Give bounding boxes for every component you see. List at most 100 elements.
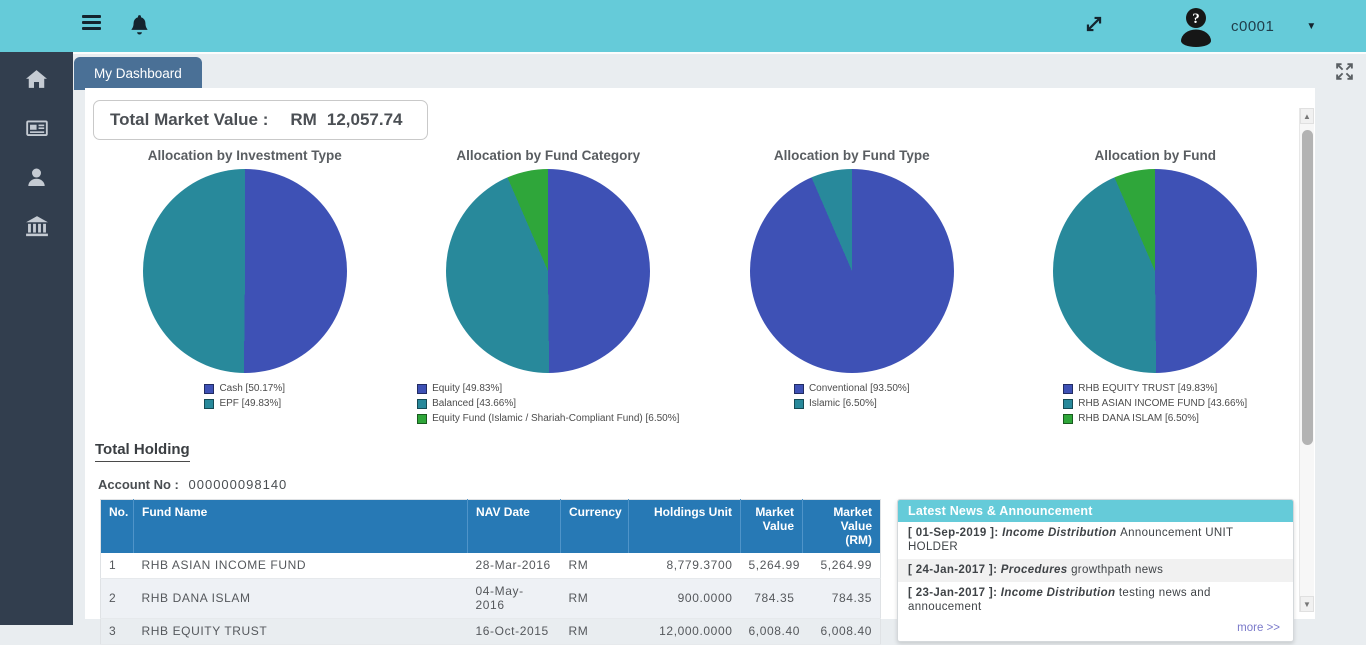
table-row[interactable]: 3RHB EQUITY TRUST16-Oct-2015RM12,000.000… bbox=[101, 618, 881, 644]
table-cell: 16-Oct-2015 bbox=[468, 618, 561, 644]
newspaper-icon bbox=[25, 118, 49, 138]
table-cell: 5,264.99 bbox=[803, 553, 881, 579]
dashboard-panel: Total Market Value : RM 12,057.74 Allocati… bbox=[85, 88, 1315, 619]
total-market-value-label: Total Market Value : bbox=[110, 110, 268, 129]
legend-swatch bbox=[417, 384, 427, 394]
news-item[interactable]: [ 24-Jan-2017 ]: Procedures growthpath n… bbox=[898, 559, 1293, 582]
legend-item[interactable]: RHB ASIAN INCOME FUND [43.66%] bbox=[1063, 396, 1247, 411]
chevron-down-icon: ▼ bbox=[1306, 21, 1316, 32]
pie-chart[interactable] bbox=[750, 169, 954, 373]
table-cell: RM bbox=[561, 553, 629, 579]
legend-swatch bbox=[1063, 414, 1073, 424]
news-item-category: Procedures bbox=[997, 564, 1071, 576]
legend-label: Balanced [43.66%] bbox=[432, 396, 516, 411]
table-cell: 04-May-2016 bbox=[468, 578, 561, 618]
table-row[interactable]: 1RHB ASIAN INCOME FUND28-Mar-2016RM8,779… bbox=[101, 553, 881, 579]
table-cell: 6,008.40 bbox=[803, 618, 881, 644]
account-number-line: Account No : 000000098140 bbox=[98, 477, 1315, 492]
sidebar-item-news[interactable] bbox=[0, 105, 73, 150]
total-market-value-box: Total Market Value : RM 12,057.74 bbox=[93, 100, 428, 140]
news-item-date: [ 23-Jan-2017 ]: bbox=[908, 587, 997, 599]
column-header: Market Value (RM) bbox=[803, 499, 881, 553]
table-cell: RHB DANA ISLAM bbox=[134, 578, 468, 618]
legend-item[interactable]: RHB DANA ISLAM [6.50%] bbox=[1063, 411, 1247, 426]
avatar: ? bbox=[1175, 4, 1217, 48]
pie-chart[interactable] bbox=[143, 169, 347, 373]
holdings-table-body: 1RHB ASIAN INCOME FUND28-Mar-2016RM8,779… bbox=[101, 553, 881, 645]
sidebar-item-profile[interactable] bbox=[0, 154, 73, 199]
legend-label: Equity Fund (Islamic / Shariah-Compliant… bbox=[432, 411, 679, 426]
pie-chart[interactable] bbox=[1053, 169, 1257, 373]
account-number-label: Account No : bbox=[98, 477, 179, 492]
holdings-table: No.Fund NameNAV DateCurrencyHoldings Uni… bbox=[100, 499, 881, 645]
news-items: [ 01-Sep-2019 ]: Income Distribution Ann… bbox=[898, 522, 1293, 619]
username: c0001 bbox=[1231, 18, 1274, 35]
table-cell: 6,008.40 bbox=[741, 618, 803, 644]
pie-chart-title: Allocation by Investment Type bbox=[93, 148, 397, 163]
scrollbar-thumb[interactable] bbox=[1302, 130, 1313, 445]
column-header: Fund Name bbox=[134, 499, 468, 553]
pie-chart-3: Allocation by Fund TypeConventional [93.… bbox=[700, 148, 1004, 429]
sidebar-item-accounts[interactable] bbox=[0, 203, 73, 248]
legend-item[interactable]: EPF [49.83%] bbox=[204, 396, 285, 411]
table-cell: 784.35 bbox=[741, 578, 803, 618]
pie-chart[interactable] bbox=[446, 169, 650, 373]
sidebar-item-home[interactable] bbox=[0, 56, 73, 101]
legend-swatch bbox=[1063, 399, 1073, 409]
resize-diagonal-icon[interactable] bbox=[1083, 13, 1105, 40]
legend-item[interactable]: RHB EQUITY TRUST [49.83%] bbox=[1063, 381, 1247, 396]
pie-chart-4: Allocation by FundRHB EQUITY TRUST [49.8… bbox=[1004, 148, 1308, 429]
legend-item[interactable]: Equity [49.83%] bbox=[417, 381, 679, 396]
home-icon bbox=[25, 68, 48, 89]
pie-chart-2: Allocation by Fund CategoryEquity [49.83… bbox=[397, 148, 701, 429]
column-header: Holdings Unit bbox=[629, 499, 741, 553]
news-item-date: [ 24-Jan-2017 ]: bbox=[908, 564, 997, 576]
scroll-down-button[interactable]: ▼ bbox=[1300, 596, 1314, 612]
fullscreen-expand-icon[interactable] bbox=[1334, 61, 1355, 87]
column-header: Currency bbox=[561, 499, 629, 553]
legend-item[interactable]: Equity Fund (Islamic / Shariah-Compliant… bbox=[417, 411, 679, 426]
news-item-category: Income Distribution bbox=[997, 587, 1119, 599]
legend-item[interactable]: Conventional [93.50%] bbox=[794, 381, 910, 396]
table-cell: 12,000.0000 bbox=[629, 618, 741, 644]
news-panel-title: Latest News & Announcement bbox=[898, 500, 1293, 522]
tab-bar: My Dashboard bbox=[73, 52, 1366, 88]
bell-icon[interactable] bbox=[130, 13, 149, 40]
news-item-text: growthpath news bbox=[1071, 564, 1163, 576]
legend-label: Equity [49.83%] bbox=[432, 381, 502, 396]
user-menu[interactable]: ? c0001 ▼ bbox=[1175, 2, 1316, 50]
table-row[interactable]: 2RHB DANA ISLAM04-May-2016RM900.0000784.… bbox=[101, 578, 881, 618]
holdings-table-header-row: No.Fund NameNAV DateCurrencyHoldings Uni… bbox=[101, 499, 881, 553]
bank-icon bbox=[25, 215, 49, 237]
bottom-row: No.Fund NameNAV DateCurrencyHoldings Uni… bbox=[100, 499, 1315, 645]
table-cell: 5,264.99 bbox=[741, 553, 803, 579]
news-item[interactable]: [ 01-Sep-2019 ]: Income Distribution Ann… bbox=[898, 522, 1293, 559]
legend-item[interactable]: Islamic [6.50%] bbox=[794, 396, 910, 411]
pie-legend: Cash [50.17%]EPF [49.83%] bbox=[204, 381, 285, 411]
tab-my-dashboard[interactable]: My Dashboard bbox=[74, 57, 202, 90]
legend-item[interactable]: Balanced [43.66%] bbox=[417, 396, 679, 411]
user-icon bbox=[26, 166, 47, 187]
total-market-value-amount: 12,057.74 bbox=[327, 110, 403, 129]
table-cell: RM bbox=[561, 578, 629, 618]
legend-label: RHB ASIAN INCOME FUND [43.66%] bbox=[1078, 396, 1247, 411]
legend-label: RHB EQUITY TRUST [49.83%] bbox=[1078, 381, 1217, 396]
table-cell: RHB ASIAN INCOME FUND bbox=[134, 553, 468, 579]
scroll-up-button[interactable]: ▲ bbox=[1300, 108, 1314, 124]
news-item[interactable]: [ 23-Jan-2017 ]: Income Distribution tes… bbox=[898, 582, 1293, 619]
news-item-category: Income Distribution bbox=[999, 527, 1121, 539]
legend-item[interactable]: Cash [50.17%] bbox=[204, 381, 285, 396]
table-cell: 2 bbox=[101, 578, 134, 618]
vertical-scrollbar[interactable]: ▲ ▼ bbox=[1299, 108, 1314, 612]
legend-label: Conventional [93.50%] bbox=[809, 381, 910, 396]
hamburger-menu-icon[interactable] bbox=[82, 15, 101, 33]
news-more-link[interactable]: more >> bbox=[1237, 622, 1280, 634]
column-header: No. bbox=[101, 499, 134, 553]
table-cell: RHB EQUITY TRUST bbox=[134, 618, 468, 644]
legend-swatch bbox=[204, 399, 214, 409]
currency-code: RM bbox=[290, 110, 316, 129]
pie-legend: RHB EQUITY TRUST [49.83%]RHB ASIAN INCOM… bbox=[1063, 381, 1247, 426]
legend-swatch bbox=[417, 399, 427, 409]
news-panel: Latest News & Announcement [ 01-Sep-2019… bbox=[897, 499, 1294, 642]
legend-label: Islamic [6.50%] bbox=[809, 396, 877, 411]
